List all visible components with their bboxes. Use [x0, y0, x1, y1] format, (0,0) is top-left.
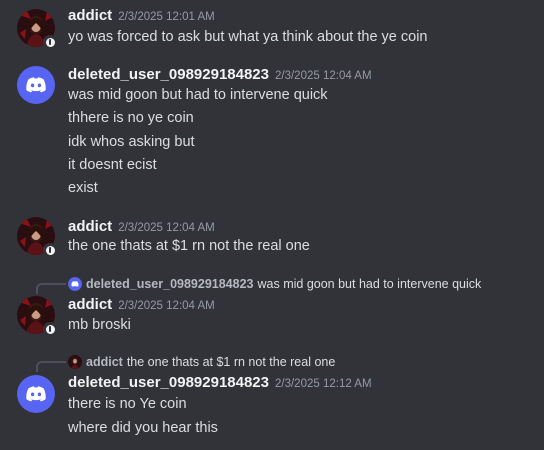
avatar[interactable]	[17, 217, 57, 257]
reply-reference[interactable]: addict the one thats at $1 rn not the re…	[68, 354, 335, 370]
username[interactable]: addict	[68, 7, 112, 24]
reply-text[interactable]: the one thats at $1 rn not the real one	[127, 355, 335, 369]
chat-log: addict 2/3/2025 12:01 AM yo was forced to…	[0, 0, 544, 450]
timestamp: 2/3/2025 12:01 AM	[118, 11, 215, 23]
discord-logo-icon	[17, 375, 55, 413]
discord-logo-icon	[17, 66, 55, 104]
message-text: was mid goon but had to intervene quick	[68, 87, 328, 103]
username[interactable]: addict	[68, 218, 112, 235]
reply-spine	[36, 283, 66, 294]
avatar[interactable]	[17, 66, 55, 104]
reply-author[interactable]: deleted_user_098929184823	[86, 277, 254, 291]
username[interactable]: deleted_user_098929184823	[68, 66, 269, 83]
username[interactable]: deleted_user_098929184823	[68, 374, 269, 391]
reply-reference[interactable]: deleted_user_098929184823 was mid goon b…	[68, 276, 481, 292]
timestamp: 2/3/2025 12:04 AM	[275, 70, 372, 82]
message-text: yo was forced to ask but what ya think a…	[68, 29, 428, 45]
status-icon	[43, 243, 57, 257]
status-icon	[43, 322, 57, 336]
avatar[interactable]	[17, 9, 57, 49]
timestamp: 2/3/2025 12:12 AM	[275, 378, 372, 390]
timestamp: 2/3/2025 12:04 AM	[118, 222, 215, 234]
status-icon	[43, 35, 57, 49]
addict-avatar-icon	[68, 355, 82, 369]
message-text: where did you hear this	[68, 420, 218, 436]
message-text: it doesnt ecist	[68, 157, 157, 173]
timestamp: 2/3/2025 12:04 AM	[118, 300, 215, 312]
reply-author[interactable]: addict	[86, 355, 123, 369]
message-text: thhere is no ye coin	[68, 110, 194, 126]
reply-spine	[36, 361, 66, 372]
message-text: the one thats at $1 rn not the real one	[68, 238, 310, 254]
message-text: there is no Ye coin	[68, 396, 187, 412]
message-text: mb broski	[68, 317, 131, 333]
message-text: idk whos asking but	[68, 134, 195, 150]
avatar[interactable]	[17, 375, 55, 413]
reply-text[interactable]: was mid goon but had to intervene quick	[258, 277, 482, 291]
message-text: exist	[68, 180, 98, 196]
username[interactable]: addict	[68, 296, 112, 313]
avatar[interactable]	[17, 296, 57, 336]
discord-logo-icon	[68, 277, 82, 291]
